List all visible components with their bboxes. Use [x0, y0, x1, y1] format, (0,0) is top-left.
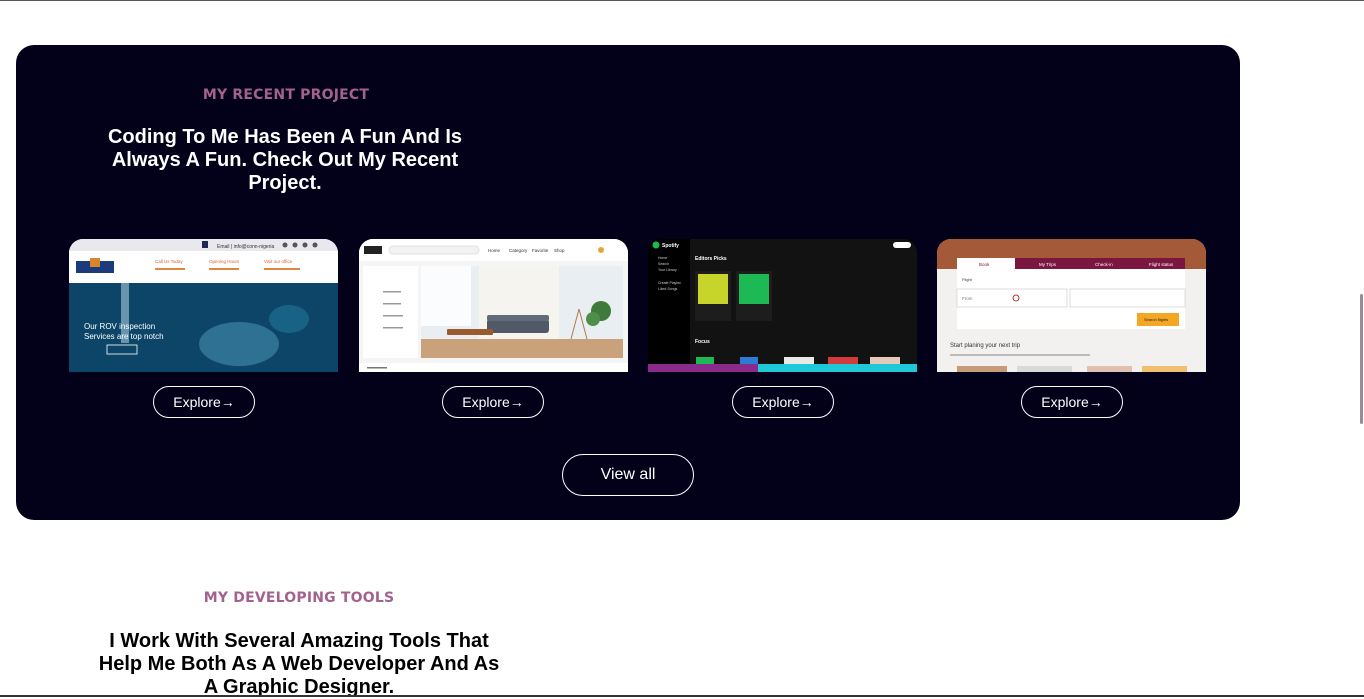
svg-text:From: From	[962, 296, 973, 301]
svg-text:Favorite: Favorite	[532, 248, 549, 253]
svg-text:Opening Hours: Opening Hours	[209, 259, 240, 264]
scrollbar-thumb[interactable]	[1360, 294, 1363, 424]
svg-text:Focus: Focus	[695, 339, 710, 345]
svg-text:Visit our office: Visit our office	[264, 259, 293, 264]
svg-text:Home: Home	[488, 248, 501, 253]
furniture-site-screenshot: Home Category Favorite Shop	[359, 239, 628, 372]
svg-text:Category: Category	[509, 248, 528, 253]
arrow-right-icon: →	[220, 394, 235, 410]
svg-text:Spotify: Spotify	[662, 243, 679, 249]
svg-text:Our ROV inspection: Our ROV inspection	[84, 322, 155, 331]
svg-text:Email | info@conn-nigeria: Email | info@conn-nigeria	[217, 244, 274, 250]
view-all-button[interactable]: View all	[562, 454, 694, 496]
tools-section-heading: I Work With Several Amazing Tools That H…	[98, 630, 500, 698]
arrow-right-icon: →	[1088, 394, 1103, 410]
arrow-right-icon: →	[799, 394, 814, 410]
spotify-clone-screenshot: Spotify Home Search Your Library Create …	[648, 239, 917, 372]
recent-projects-section: MY RECENT PROJECT Coding To Me Has Been …	[16, 45, 1240, 520]
svg-text:Home: Home	[658, 256, 667, 260]
explore-label: Explore	[752, 394, 800, 410]
svg-text:Create Playlist: Create Playlist	[658, 281, 681, 285]
svg-text:Your Library: Your Library	[658, 268, 677, 272]
svg-text:Liked Songs: Liked Songs	[658, 287, 678, 291]
explore-label: Explore	[173, 394, 221, 410]
project-card-spotify[interactable]: Spotify Home Search Your Library Create …	[648, 239, 917, 372]
svg-text:My Trips: My Trips	[1039, 262, 1057, 267]
svg-text:Call Us Today: Call Us Today	[155, 259, 183, 264]
explore-button[interactable]: Explore→	[153, 386, 255, 418]
explore-button[interactable]: Explore→	[732, 386, 834, 418]
section-heading: Coding To Me Has Been A Fun And Is Alway…	[107, 126, 463, 194]
svg-text:Check-in: Check-in	[1095, 262, 1113, 267]
svg-text:Start planing your next trip: Start planing your next trip	[950, 343, 1021, 349]
svg-text:Flight status: Flight status	[1149, 262, 1174, 267]
project-card-travel[interactable]: Book My Trips Check-in Flight status Fli…	[937, 239, 1206, 372]
top-border	[0, 0, 1364, 1]
project-card-furniture[interactable]: Home Category Favorite Shop	[359, 239, 628, 372]
rov-site-screenshot: Email | info@conn-nigeria Call Us Today …	[69, 239, 338, 372]
svg-text:Book: Book	[979, 262, 990, 267]
arrow-right-icon: →	[509, 394, 524, 410]
svg-text:Search: Search	[658, 262, 669, 266]
section-label: MY RECENT PROJECT	[202, 87, 370, 103]
travel-site-screenshot: Book My Trips Check-in Flight status Fli…	[937, 239, 1206, 372]
explore-label: Explore	[1041, 394, 1089, 410]
svg-text:Shop: Shop	[554, 248, 565, 253]
project-card-rov[interactable]: Email | info@conn-nigeria Call Us Today …	[69, 239, 338, 372]
explore-button[interactable]: Explore→	[442, 386, 544, 418]
explore-label: Explore	[462, 394, 510, 410]
svg-text:Editors Picks: Editors Picks	[695, 256, 727, 262]
explore-button[interactable]: Explore→	[1021, 386, 1123, 418]
svg-text:Flight: Flight	[962, 277, 973, 282]
svg-text:Search flights: Search flights	[1144, 317, 1168, 322]
svg-text:Services are top notch: Services are top notch	[84, 332, 164, 341]
tools-section-label: MY DEVELOPING TOOLS	[203, 590, 395, 606]
